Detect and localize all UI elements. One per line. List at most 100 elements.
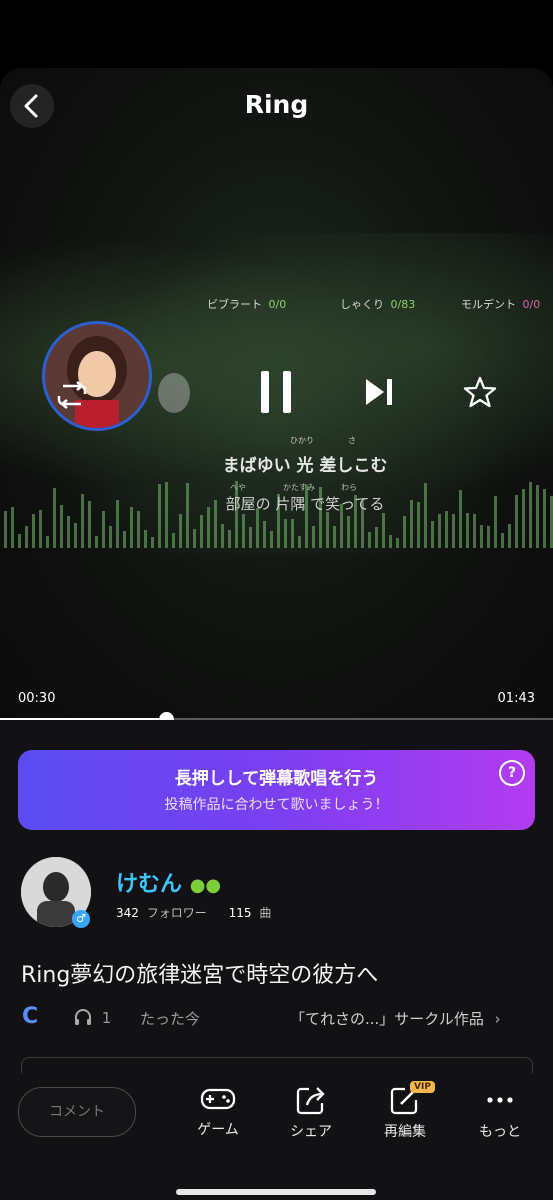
equalizer-bar [144, 530, 147, 548]
equalizer-bar [431, 521, 434, 548]
followers-count: 342 [116, 906, 139, 920]
star-icon [463, 376, 497, 408]
re-edit-button[interactable]: VIP 再編集 [370, 1081, 440, 1141]
equalizer-bar [389, 535, 392, 548]
equalizer-bar [312, 526, 315, 548]
post-time: たった今 [140, 1010, 201, 1028]
circle-c-icon: C [22, 1004, 39, 1029]
danmaku-sing-banner[interactable]: 長押しして弾幕歌唱を行う 投稿作品に合わせて歌いましょう！ ? [18, 750, 535, 830]
previous-icon [158, 373, 190, 413]
equalizer-bar [256, 508, 259, 548]
score-vibrato: ビブラート 0/0 [207, 296, 286, 312]
equalizer-bar [151, 537, 154, 548]
game-label: ゲーム [197, 1122, 239, 1138]
equalizer-bar [39, 510, 42, 548]
equalizer-bar [508, 524, 511, 548]
lyric-line-1: まばゆい 光 差しこむ [222, 456, 388, 476]
equalizer-bar [263, 521, 266, 548]
lyric-ruby: さ [348, 436, 356, 445]
progress-bar[interactable] [0, 712, 553, 720]
share-icon [296, 1087, 325, 1115]
headphones-icon [75, 1009, 91, 1025]
video-area[interactable]: Ring ビブラート 0/0 しゃくり 0/83 モルデント 0/0 ひかり さ… [0, 68, 553, 720]
game-button[interactable]: ゲーム [183, 1085, 253, 1139]
more-button[interactable]: もっと [465, 1085, 535, 1141]
current-time: 00:30 [18, 691, 56, 706]
equalizer-bar [347, 516, 350, 548]
equalizer-bar [46, 536, 49, 548]
share-label: シェア [290, 1124, 332, 1140]
equalizer-bar [438, 514, 441, 548]
listen-count: 1 [101, 1009, 112, 1027]
lyric-ruby: ひかり [290, 436, 314, 445]
equalizer-bar [179, 514, 182, 548]
progress-handle[interactable] [158, 712, 174, 720]
equalizer-bar [165, 482, 168, 548]
equalizer-bar [368, 532, 371, 548]
username[interactable]: けむん ●● [116, 866, 221, 898]
equalizer-bar [501, 533, 504, 548]
pause-button[interactable] [256, 369, 296, 415]
banner-title: 長押しして弾幕歌唱を行う [174, 769, 379, 789]
username-text: けむん [116, 872, 183, 897]
equalizer-bar [298, 536, 301, 548]
vip-badge: VIP [410, 1081, 435, 1093]
lyric-ruby: かたすみ [283, 483, 315, 492]
user-stats: 342 フォロワー 115 曲 [116, 904, 271, 921]
equalizer-bar [480, 525, 483, 548]
equalizer-bar [4, 511, 7, 548]
next-icon [366, 379, 392, 405]
pause-icon [261, 371, 291, 413]
equalizer-bar [270, 531, 273, 548]
equalizer-bar [193, 529, 196, 548]
banner-subtitle: 投稿作品に合わせて歌いましょう！ [164, 797, 389, 813]
share-button[interactable]: シェア [276, 1085, 346, 1141]
listen-stat: 1 [73, 1008, 111, 1027]
circle-label: 「てれさの...」サークル作品 [290, 1010, 484, 1028]
equalizer-bar [200, 515, 203, 548]
previous-button[interactable] [152, 368, 192, 418]
equalizer-bar [172, 533, 175, 548]
equalizer-bar [137, 511, 140, 548]
score-value: 0/83 [390, 298, 416, 311]
total-time: 01:43 [497, 691, 535, 706]
next-button[interactable] [361, 375, 397, 409]
score-shakuri: しゃくり 0/83 [340, 296, 415, 312]
equalizer-bar [18, 534, 21, 548]
favorite-button[interactable] [461, 374, 499, 410]
equalizer-bar [375, 527, 378, 548]
chevron-right-icon: › [494, 1010, 501, 1028]
repeat-button[interactable] [54, 379, 90, 411]
equalizer-bar [32, 514, 35, 548]
equalizer-bar [466, 513, 469, 548]
more-icon [487, 1097, 513, 1103]
home-indicator [176, 1189, 376, 1195]
equalizer-bar [445, 511, 448, 548]
followers-label[interactable]: フォロワー [147, 906, 207, 920]
score-value: 0/0 [522, 298, 541, 311]
score-mordent: モルデント 0/0 [461, 296, 540, 312]
equalizer-bar [25, 526, 28, 548]
equalizer-bar [452, 514, 455, 548]
post-title: Ring夢幻の旅律迷宮で時空の彼方へ [21, 963, 379, 988]
equalizer-bar [396, 538, 399, 548]
comment-input[interactable]: コメント [18, 1087, 136, 1137]
equalizer-bar [249, 527, 252, 548]
lyric-line-2: 部屋の 片隅 で笑ってる [225, 495, 385, 513]
equalizer-bar [487, 526, 490, 548]
score-label: しゃくり [340, 298, 384, 311]
score-value: 0/0 [268, 298, 287, 311]
help-icon[interactable]: ? [499, 760, 525, 786]
equalizer-bar [102, 511, 105, 548]
singer-portrait-icon [45, 324, 149, 428]
equalizer-bar [109, 526, 112, 548]
equalizer-bar [67, 516, 70, 548]
equalizer-bar [382, 513, 385, 548]
more-label: もっと [479, 1124, 521, 1140]
male-gender-icon: ♂ [72, 910, 90, 928]
caterpillar-emoji-icon: ●● [189, 875, 222, 896]
equalizer-bar [228, 530, 231, 548]
equalizer-bar [123, 531, 126, 548]
singer-avatar[interactable] [42, 321, 152, 431]
circle-link[interactable]: 「てれさの...」サークル作品 › [290, 1008, 501, 1029]
